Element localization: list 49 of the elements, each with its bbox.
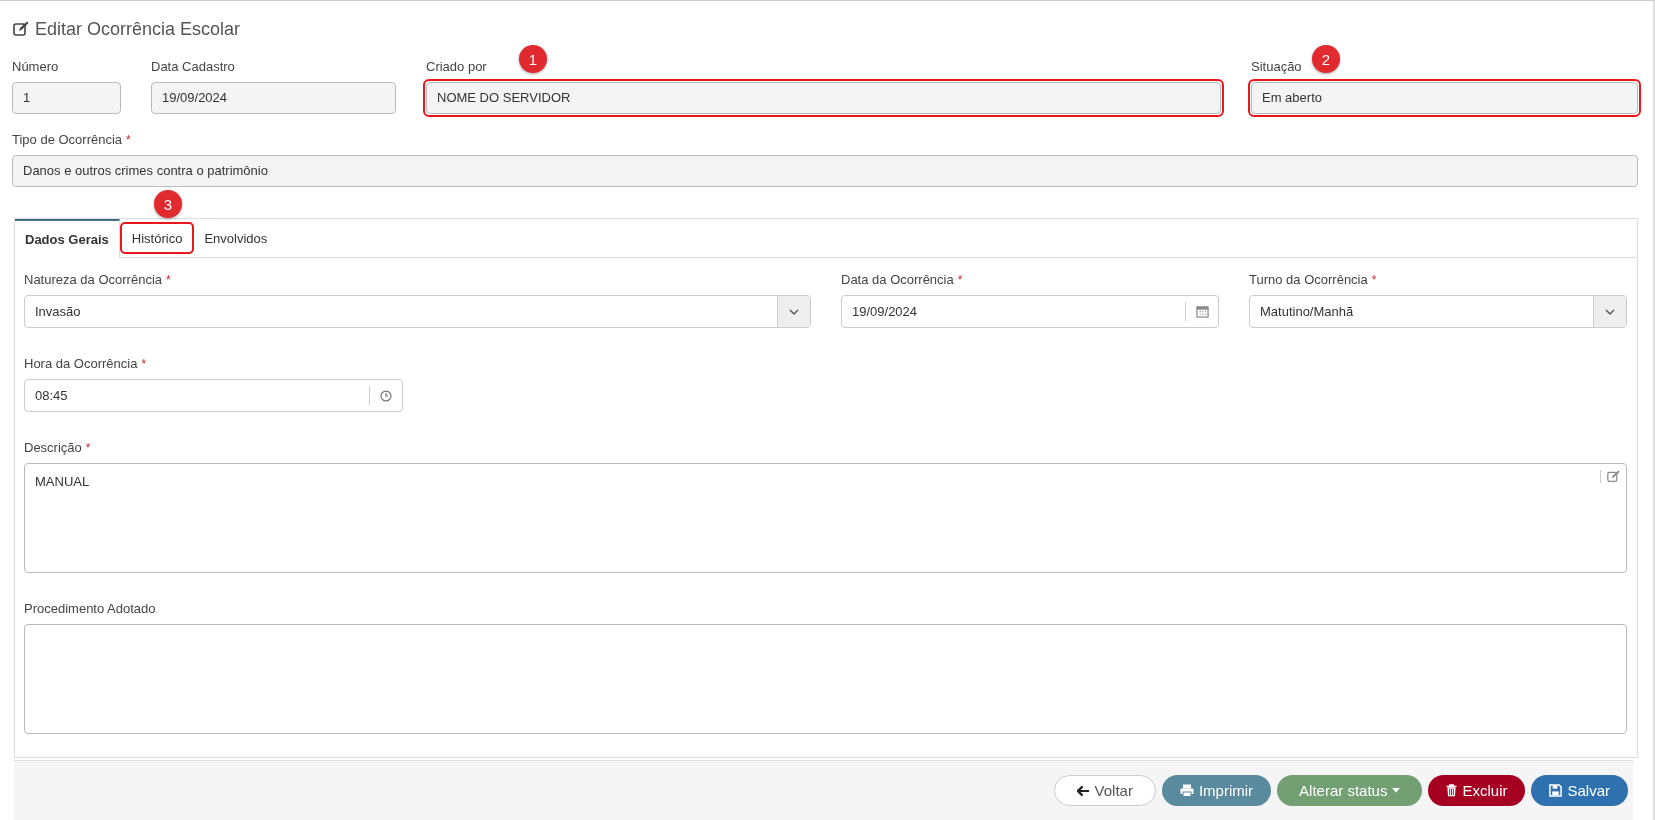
field-label: Hora da Ocorrência <box>24 356 138 371</box>
required-mark: * <box>85 441 91 455</box>
page-title: Editar Ocorrência Escolar <box>35 18 241 40</box>
readonly-field[interactable]: 19/09/2024 <box>151 82 396 114</box>
field-label: Número <box>12 59 59 74</box>
required-mark: * <box>957 273 963 287</box>
select-field[interactable]: Matutino/Manhã <box>1249 295 1627 328</box>
edit-icon <box>13 21 29 37</box>
step-badge: 3 <box>153 190 182 218</box>
field-label: Descrição <box>24 440 82 455</box>
readonly-field[interactable]: Em aberto <box>1251 82 1638 114</box>
back-button[interactable]: Voltar <box>1053 775 1156 806</box>
field-label: Natureza da Ocorrência <box>24 272 162 287</box>
readonly-field[interactable]: 1 <box>12 82 121 114</box>
chevron-down-icon <box>789 308 799 315</box>
field-label: Tipo de Ocorrência <box>12 132 123 147</box>
required-mark: * <box>126 133 131 147</box>
tab[interactable]: Envolvidos <box>194 219 278 257</box>
delete-button[interactable]: Excluir <box>1428 775 1526 806</box>
trash-icon <box>1446 784 1458 797</box>
field-label: Data da Ocorrência <box>841 272 954 287</box>
time-field[interactable]: 08:45 <box>24 379 403 412</box>
field-label: Criado por <box>426 59 487 74</box>
print-button[interactable]: Imprimir <box>1161 775 1272 806</box>
readonly-field[interactable]: NOME DO SERVIDOR <box>426 82 1221 114</box>
field-label: Situação <box>1251 59 1302 74</box>
arrow-left-icon <box>1076 784 1090 797</box>
tab[interactable]: Histórico <box>121 225 193 251</box>
edit-icon <box>1607 470 1620 483</box>
date-field[interactable]: 19/09/2024 <box>841 295 1219 328</box>
field-label: Turno da Ocorrência <box>1249 272 1368 287</box>
field-label: Data Cadastro <box>151 59 235 74</box>
clock-icon <box>380 389 392 402</box>
required-mark: * <box>1371 273 1377 287</box>
field-label: Procedimento Adotado <box>24 601 156 616</box>
step-badge: 1 <box>519 45 547 73</box>
text-area[interactable]: MANUAL <box>24 463 1627 573</box>
readonly-field[interactable]: Danos e outros crimes contra o patrimônio <box>12 155 1638 187</box>
required-mark: * <box>166 273 171 287</box>
text-area[interactable] <box>24 624 1627 734</box>
select-field[interactable]: Invasão <box>24 295 811 328</box>
tab[interactable]: Dados Gerais <box>15 219 120 258</box>
required-mark: * <box>141 357 147 371</box>
chevron-down-icon <box>1605 308 1615 315</box>
step-badge: 2 <box>1312 45 1340 73</box>
printer-icon <box>1179 784 1194 797</box>
save-button[interactable]: Salvar <box>1531 775 1628 806</box>
caret-icon <box>1392 788 1401 793</box>
calendar-icon <box>1195 305 1209 318</box>
